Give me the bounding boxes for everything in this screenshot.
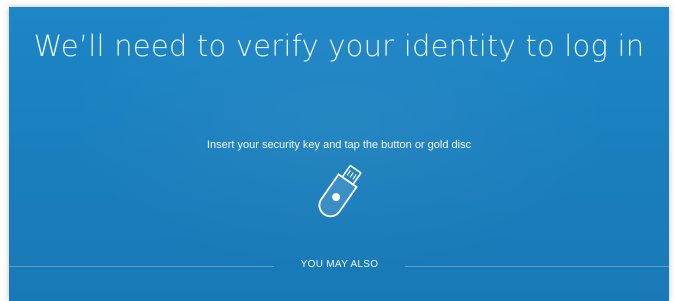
usb-security-key-icon xyxy=(309,158,369,228)
verification-panel: We’ll need to verify your identity to lo… xyxy=(9,7,669,301)
divider-line-left xyxy=(9,266,274,267)
page-frame: We’ll need to verify your identity to lo… xyxy=(0,0,676,301)
page-title: We’ll need to verify your identity to lo… xyxy=(33,29,645,63)
you-may-also-divider: YOU MAY ALSO xyxy=(9,259,669,273)
divider-line-right xyxy=(405,266,669,267)
divider-label: YOU MAY ALSO xyxy=(300,259,379,270)
security-key-instruction: Insert your security key and tap the but… xyxy=(206,139,472,151)
